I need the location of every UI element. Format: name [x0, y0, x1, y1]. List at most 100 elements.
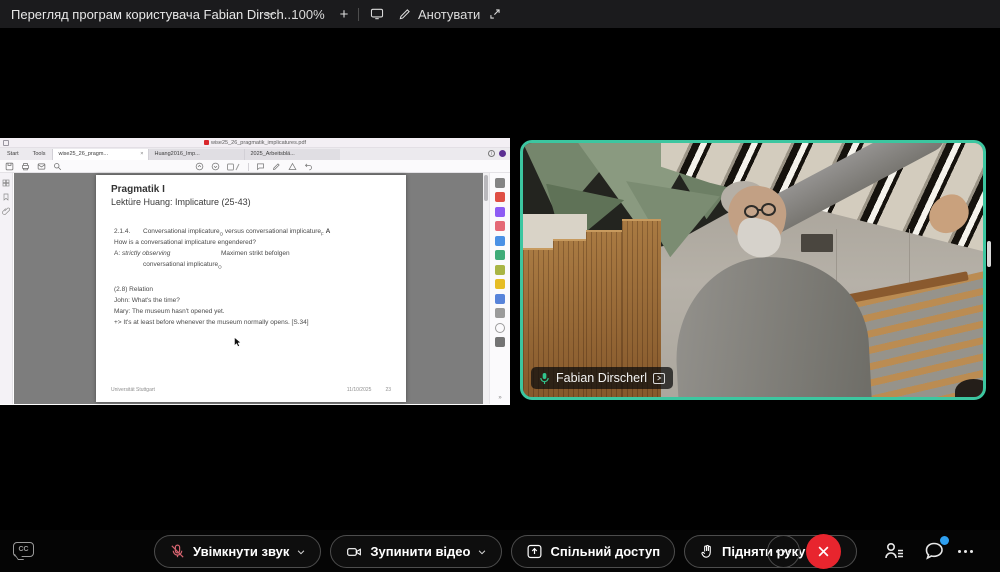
comment-icon[interactable]: [256, 162, 265, 171]
right-scroll-handle[interactable]: [987, 241, 991, 267]
stamp-icon[interactable]: [288, 162, 297, 171]
zoom-out-button[interactable]: −: [258, 0, 282, 28]
account-avatar[interactable]: [499, 150, 506, 157]
mail-icon[interactable]: [37, 162, 46, 171]
camera-icon: [345, 544, 363, 560]
share-screen-icon: [526, 543, 543, 560]
organize-pages-icon[interactable]: [495, 265, 505, 275]
monitor-icon: [369, 7, 385, 21]
relation-mary: Mary: The museum hasn't opened yet.: [114, 308, 225, 315]
ellipsis-icon: [958, 550, 973, 553]
highlight-icon[interactable]: [272, 162, 281, 171]
pdf-tabbar: Start Tools wise25_26_pragm... × Huang20…: [0, 148, 510, 160]
rail-collapse-icon[interactable]: »: [490, 395, 510, 401]
more-right-button[interactable]: [958, 550, 973, 553]
video-tile-fabian[interactable]: Fabian Dirscherl: [520, 140, 986, 400]
comment-tool-icon[interactable]: [495, 236, 505, 246]
pdf-left-rail: [0, 173, 13, 404]
thumbnails-icon[interactable]: [2, 179, 10, 187]
line-conversational: conversational implicatureO: [143, 261, 222, 269]
scrollbar-thumb[interactable]: [484, 175, 488, 201]
footer-date: 11/10/2025: [347, 387, 372, 393]
create-pdf-icon[interactable]: [495, 221, 505, 231]
meeting-stage: wise25_26_pragmatik_implicatures.pdf Sta…: [0, 28, 1000, 530]
cc-icon: CC: [18, 546, 28, 553]
save-icon[interactable]: [5, 162, 14, 171]
bookmarks-icon[interactable]: [2, 193, 10, 201]
protect-pdf-icon[interactable]: [495, 294, 505, 304]
doc-tab-huang[interactable]: Huang2016_Imp...: [148, 149, 244, 160]
screen-options-button[interactable]: [364, 0, 390, 28]
mic-on-icon: [539, 372, 550, 385]
raise-hand-icon: [699, 543, 715, 560]
expand-icon: [488, 7, 502, 21]
attachments-icon[interactable]: [2, 207, 10, 215]
chat-button[interactable]: [922, 539, 946, 563]
tab-start[interactable]: Start: [0, 148, 26, 160]
participants-button[interactable]: [882, 539, 906, 563]
slide-page: Pragmatik I Lektüre Huang: Implicature (…: [96, 175, 406, 402]
audience-head: [955, 379, 983, 397]
line-how: How is a conversational implicature enge…: [114, 239, 256, 246]
fill-sign-icon[interactable]: [495, 308, 505, 318]
stop-video-button[interactable]: Зупинити відео: [330, 535, 502, 568]
unmute-button[interactable]: Увімкнути звук: [154, 535, 321, 568]
undo-icon[interactable]: [304, 162, 313, 171]
print-production-icon[interactable]: [495, 337, 505, 347]
mic-muted-icon: [169, 543, 186, 560]
ellipsis-icon: [776, 550, 791, 553]
notifications-icon[interactable]: i: [488, 150, 495, 157]
participant-name: Fabian Dirscherl: [556, 371, 647, 385]
topbar-divider: [358, 8, 359, 21]
search-tool-icon[interactable]: [495, 178, 505, 188]
footer-institution: Universität Stuttgart: [111, 387, 155, 393]
footer-page-number: 23: [385, 387, 391, 393]
export-pdf-icon[interactable]: [495, 192, 505, 202]
close-icon[interactable]: ×: [140, 151, 143, 160]
pdf-tools-rail: »: [489, 173, 510, 404]
participant-menu-icon[interactable]: [653, 373, 665, 384]
combine-files-icon[interactable]: [495, 250, 505, 260]
slide-footer: Universität Stuttgart 11/10/2025 23: [111, 387, 391, 393]
section-number: 2.1.4.: [114, 228, 130, 235]
edit-pdf-icon[interactable]: [495, 207, 505, 217]
page-up-icon[interactable]: [195, 162, 204, 171]
page-number-box-icon[interactable]: [227, 163, 241, 171]
chat-notification-badge: [940, 536, 949, 545]
leave-meeting-button[interactable]: [806, 534, 841, 569]
more-tools-icon[interactable]: [495, 323, 505, 333]
zoom-level[interactable]: 100%: [286, 0, 330, 28]
doc-tab-arbeitsblatt[interactable]: 2025_Arbeitsblä...: [244, 149, 340, 160]
meeting-topbar: Перегляд програм користувача Fabian Dirs…: [0, 0, 1000, 28]
mouse-cursor: [234, 337, 241, 347]
video-scene: [523, 143, 983, 397]
pdf-toolbar: [0, 160, 510, 173]
compress-pdf-icon[interactable]: [495, 279, 505, 289]
pen-icon: [398, 7, 412, 21]
acrobat-icon: [204, 140, 209, 145]
zoom-in-button[interactable]: +: [332, 0, 356, 28]
search-icon[interactable]: [53, 162, 62, 171]
chevron-down-icon[interactable]: [477, 547, 487, 557]
page-down-icon[interactable]: [211, 162, 220, 171]
participants-icon: [882, 539, 906, 563]
shared-screen-title: Перегляд програм користувача Fabian Dirs…: [11, 7, 295, 22]
slide-subtitle: Lektüre Huang: Implicature (25-43): [111, 197, 251, 207]
wall-speaker: [801, 234, 833, 252]
doc-tab-implicatures[interactable]: wise25_26_pragm... ×: [52, 149, 148, 160]
pdf-page-area: Pragmatik I Lektüre Huang: Implicature (…: [14, 173, 483, 404]
tab-tools[interactable]: Tools: [26, 148, 53, 160]
annotate-button[interactable]: Анотувати: [394, 0, 484, 28]
more-options-button[interactable]: [767, 535, 800, 568]
section-line: Conversational implicatureO versus conve…: [143, 228, 330, 236]
line-a-right: Maximen strikt befolgen: [221, 250, 290, 257]
relation-heading: (2.8) Relation: [114, 286, 153, 293]
fullscreen-button[interactable]: [482, 0, 508, 28]
chevron-down-icon[interactable]: [296, 547, 306, 557]
slide-title: Pragmatik I: [111, 184, 165, 195]
annotate-label: Анотувати: [418, 7, 480, 22]
share-screen-button[interactable]: Спільний доступ: [511, 535, 675, 568]
participant-name-tag[interactable]: Fabian Dirscherl: [531, 367, 673, 389]
print-icon[interactable]: [21, 162, 30, 171]
captions-button[interactable]: CC: [13, 542, 34, 557]
